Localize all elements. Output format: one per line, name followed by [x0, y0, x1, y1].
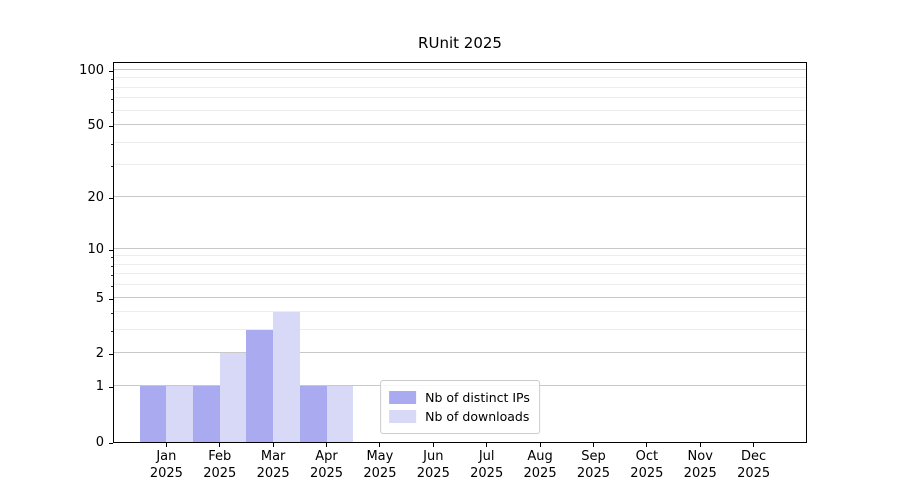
y-axis-minor-tick [111, 331, 113, 332]
y-axis-label: 2 [30, 346, 104, 362]
major-gridline [114, 196, 806, 197]
x-axis-tick [486, 443, 487, 447]
y-axis-tick [109, 299, 113, 300]
bar-apr-distinct-ips [300, 386, 327, 442]
y-axis-minor-tick [111, 275, 113, 276]
x-axis-tick [433, 443, 434, 447]
y-axis-label: 1 [30, 379, 104, 395]
y-axis-minor-tick [111, 257, 113, 258]
x-axis-tick [166, 443, 167, 447]
legend: Nb of distinct IPs Nb of downloads [380, 380, 540, 434]
bar-jan-downloads [166, 386, 193, 442]
legend-swatch-distinct-ips-icon [389, 391, 416, 404]
y-axis-label: 100 [30, 63, 104, 79]
x-axis-label-month: Dec [711, 449, 797, 466]
bar-feb-distinct-ips [193, 386, 220, 442]
y-axis-minor-tick [111, 99, 113, 100]
legend-label-distinct-ips: Nb of distinct IPs [425, 390, 530, 405]
x-axis-tick [326, 443, 327, 447]
y-axis-tick [109, 443, 113, 444]
minor-gridline [114, 311, 806, 312]
y-axis-tick [109, 198, 113, 199]
bar-mar-distinct-ips [246, 330, 273, 442]
y-axis-label: 0 [30, 435, 104, 451]
minor-gridline [114, 97, 806, 98]
x-axis-label: Dec2025 [711, 449, 797, 482]
bar-jan-distinct-ips [140, 386, 167, 442]
y-axis-label: 5 [30, 291, 104, 307]
minor-gridline [114, 329, 806, 330]
major-gridline [114, 248, 806, 249]
plot-area: Nb of distinct IPs Nb of downloads [113, 62, 807, 443]
legend-swatch-downloads-icon [389, 410, 416, 423]
figure: RUnit 2025 Nb of distinct IPs Nb of down… [0, 0, 900, 500]
minor-gridline [114, 273, 806, 274]
legend-item-distinct-ips: Nb of distinct IPs [389, 389, 530, 406]
y-axis-minor-tick [111, 89, 113, 90]
minor-gridline [114, 87, 806, 88]
y-axis-label: 50 [30, 118, 104, 134]
bar-feb-downloads [220, 353, 247, 442]
minor-gridline [114, 142, 806, 143]
x-axis-tick [753, 443, 754, 447]
y-axis-label: 10 [30, 242, 104, 258]
x-axis-tick [219, 443, 220, 447]
y-axis-minor-tick [111, 166, 113, 167]
y-axis-tick [109, 354, 113, 355]
major-gridline [114, 69, 806, 70]
x-axis-tick [700, 443, 701, 447]
minor-gridline [114, 164, 806, 165]
major-gridline [114, 124, 806, 125]
y-axis-label: 20 [30, 190, 104, 206]
legend-label-downloads: Nb of downloads [425, 409, 529, 424]
y-axis-tick [109, 387, 113, 388]
minor-gridline [114, 284, 806, 285]
y-axis-tick [109, 71, 113, 72]
chart-title: RUnit 2025 [113, 34, 807, 52]
minor-gridline [114, 264, 806, 265]
y-axis-tick [109, 126, 113, 127]
major-gridline [114, 297, 806, 298]
y-axis-minor-tick [111, 266, 113, 267]
x-axis-tick [273, 443, 274, 447]
minor-gridline [114, 255, 806, 256]
y-axis-minor-tick [111, 286, 113, 287]
x-axis-tick [646, 443, 647, 447]
bar-apr-downloads [327, 386, 354, 442]
y-axis-minor-tick [111, 144, 113, 145]
bar-mar-downloads [273, 312, 300, 442]
major-gridline [114, 352, 806, 353]
minor-gridline [114, 110, 806, 111]
x-axis-label-year: 2025 [711, 466, 797, 483]
y-axis-tick [109, 250, 113, 251]
y-axis-minor-tick [111, 79, 113, 80]
y-axis-minor-tick [111, 112, 113, 113]
y-axis-minor-tick [111, 313, 113, 314]
x-axis-tick [593, 443, 594, 447]
x-axis-tick [540, 443, 541, 447]
minor-gridline [114, 77, 806, 78]
x-axis-tick [379, 443, 380, 447]
legend-item-downloads: Nb of downloads [389, 408, 530, 425]
